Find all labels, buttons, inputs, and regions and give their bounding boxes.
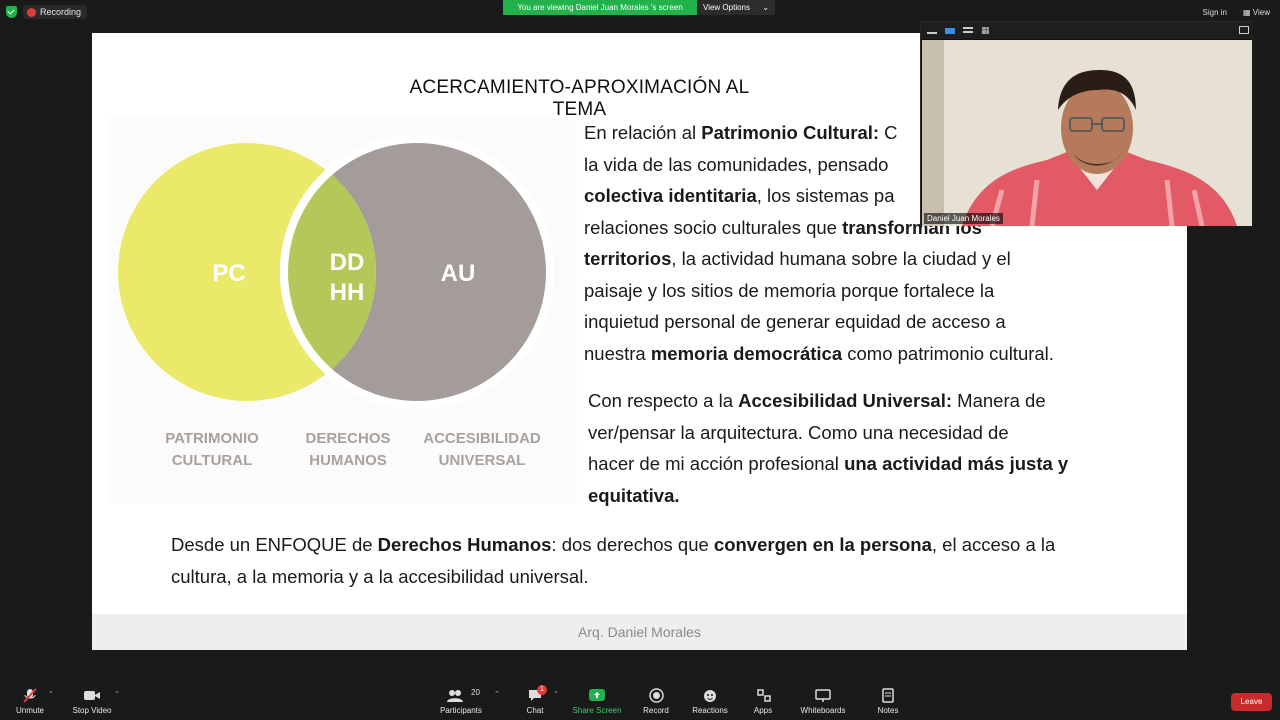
paragraph-accesibilidad: Con respecto a la Accesibilidad Universa… [588,385,1148,511]
security-shield-icon[interactable] [6,6,17,18]
record-label: Record [643,706,669,715]
venn-label-hh: HH [330,279,365,306]
whiteboards-button[interactable]: Whiteboards [793,688,853,715]
para1-line5: territorios, la actividad humana sobre l… [584,248,1011,269]
share-screen-button[interactable]: Share Screen [567,688,627,715]
leave-button[interactable]: Leave [1231,693,1272,711]
record-button[interactable]: Record [626,688,686,715]
venn-caption-dh: DERECHOS HUMANOS [293,428,403,472]
top-right-controls: Sign in ▦ View [1203,8,1270,17]
screen-share-banner: You are viewing Daniel Juan Morales 's s… [503,0,775,15]
audio-options-caret-icon[interactable]: ⌃ [48,690,54,698]
para2-line2: ver/pensar la arquitectura. Como una nec… [588,421,1009,443]
venn-label-dd: DD [330,249,365,276]
participant-video: Daniel Juan Morales [922,40,1252,226]
recording-label: Recording [40,7,82,17]
gallery-grid-icon[interactable]: ▦ [981,26,991,35]
stop-video-button[interactable]: Stop Video [62,688,122,715]
meeting-toolbar: Unmute ⌃ Stop Video ⌃ 20 Participants ⌃ … [0,684,1280,720]
paragraph-derechos: Desde un ENFOQUE de Derechos Humanos: do… [171,529,1151,592]
viewing-banner: You are viewing Daniel Juan Morales 's s… [503,0,697,15]
expand-icon[interactable] [1239,26,1249,34]
slide-footer: Arq. Daniel Morales [92,614,1187,650]
video-tile[interactable]: ▦ Daniel Juan Morales [920,21,1253,226]
reactions-icon [680,688,740,703]
para2-line1: Con respecto a la Accesibilidad Universa… [588,390,1046,411]
reactions-button[interactable]: Reactions [680,688,740,715]
chat-label: Chat [526,706,544,715]
venn-caption-pc-line2: CULTURAL [171,452,253,469]
venn-caption-au-line2: UNIVERSAL [438,452,526,469]
chat-badge: 1 [537,685,547,695]
para1-line7: inquietud personal de generar equidad de… [584,311,1006,332]
whiteboard-icon [793,688,853,703]
venn-diagram: PC DD HH AU PATRIMONIO CULTURAL DERECHOS… [107,118,577,503]
unmute-label: Unmute [15,706,44,715]
participants-button[interactable]: 20 Participants [431,688,491,715]
participant-image [922,40,1252,226]
notes-button[interactable]: Notes [858,688,918,715]
recording-dot-icon [27,7,36,17]
whiteboards-label: Whiteboards [800,706,846,715]
para3-line2: cultura, a la memoria y a la accesibilid… [171,565,589,587]
para3-line1: Desde un ENFOQUE de Derechos Humanos: do… [171,534,1056,555]
participants-label: Participants [440,706,482,715]
slide-title: ACERCAMIENTO-APROXIMACIÓN AL TEMA [409,77,750,120]
para1-line8: nuestra memoria democrática como patrimo… [584,342,1054,364]
share-screen-icon [567,688,627,703]
sign-in-link[interactable]: Sign in [1203,8,1227,17]
apps-icon [733,688,793,703]
venn-label-au: AU [441,260,476,287]
venn-caption-dh-line2: HUMANOS [309,452,387,469]
view-options-button[interactable]: View Options ⌄ [697,0,775,15]
record-icon [626,688,686,703]
video-camera-icon [62,688,122,703]
apps-label: Apps [753,706,773,715]
participants-icon: 20 [431,688,491,703]
speaker-view-icon[interactable] [945,28,955,34]
para2-line3: hacer de mi acción profesional una activ… [588,453,1069,474]
stop-video-label: Stop Video [72,706,112,715]
notes-icon [858,688,918,703]
video-options-caret-icon[interactable]: ⌃ [114,690,120,698]
venn-caption-au: ACCESIBILIDAD UNIVERSAL [417,428,547,472]
chat-caret-icon[interactable]: ⌃ [553,690,559,698]
reactions-label: Reactions [692,706,728,715]
venn-caption-pc: PATRIMONIO CULTURAL [152,428,272,472]
view-label: View [1252,8,1270,17]
view-options-label: View Options [703,3,750,12]
participant-name: Daniel Juan Morales [924,213,1003,224]
strip-view-icon[interactable] [963,27,973,33]
participants-caret-icon[interactable]: ⌃ [494,690,500,698]
minimize-icon[interactable] [927,32,937,34]
status-area: Recording [6,5,88,19]
share-screen-label: Share Screen [572,706,622,715]
venn-label-pc: PC [212,260,245,287]
para2-line4: equitativa. [588,484,680,506]
chevron-down-icon: ⌄ [762,3,769,12]
venn-caption-dh-line1: DERECHOS [305,430,391,447]
notes-label: Notes [877,706,899,715]
zoom-window: Recording You are viewing Daniel Juan Mo… [0,0,1280,720]
view-grid-icon: ▦ [1243,8,1253,17]
participants-count: 20 [471,688,480,697]
video-tile-toolbar: ▦ [921,22,1253,39]
venn-caption-au-line1: ACCESIBILIDAD [423,430,541,447]
para1-line6: paisaje y los sitios de memoria porque f… [584,279,995,301]
view-button[interactable]: ▦ View [1243,8,1270,17]
venn-caption-pc-line1: PATRIMONIO [165,430,259,447]
apps-button[interactable]: Apps [733,688,793,715]
recording-indicator[interactable]: Recording [23,5,88,19]
